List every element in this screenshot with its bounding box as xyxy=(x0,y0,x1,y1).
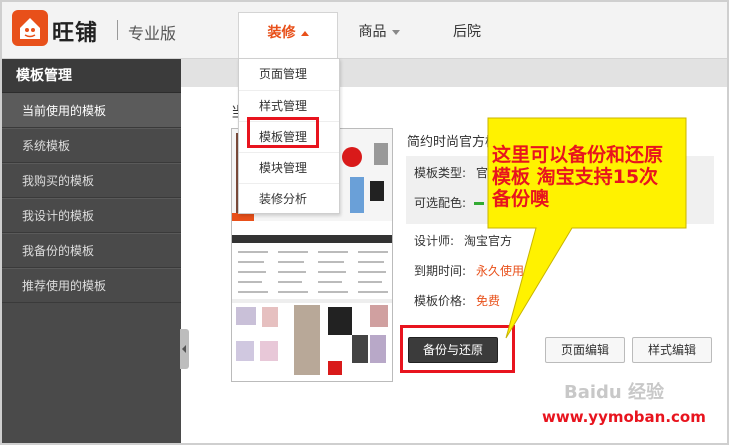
nav-backyard-label: 后院 xyxy=(453,24,481,40)
template-type-row: 模板类型: 官 xyxy=(414,164,488,181)
price-label: 模板价格: xyxy=(414,294,467,308)
shop-logo-icon xyxy=(12,10,48,46)
caret-up-icon xyxy=(300,30,309,36)
nav-decorate-label: 装修 xyxy=(267,25,296,41)
site-url-watermark: www.yymoban.com xyxy=(542,408,706,426)
sidebar-item-current-template[interactable]: 当前使用的模板 xyxy=(2,93,181,128)
color-swatch[interactable] xyxy=(474,202,485,205)
edition-label: 专业版 xyxy=(128,24,177,43)
top-bar: 旺铺 专业版 装修 商品 后院 xyxy=(2,2,727,59)
sidebar-title: 模板管理 xyxy=(2,59,181,93)
sidebar-item-purchased-templates[interactable]: 我购买的模板 xyxy=(2,163,181,198)
sidebar-item-backup-templates[interactable]: 我备份的模板 xyxy=(2,233,181,268)
sidebar-collapse-handle[interactable] xyxy=(180,329,189,369)
brand-divider xyxy=(117,20,118,40)
chevron-left-icon xyxy=(182,345,186,353)
brand-name: 旺铺 xyxy=(52,21,99,46)
baidu-watermark: Baidu 经验 xyxy=(564,382,665,403)
menu-item-module-management[interactable]: 模块管理 xyxy=(239,152,339,183)
nav-backyard[interactable]: 后院 xyxy=(442,12,492,58)
caret-down-icon xyxy=(391,29,400,35)
designer-label: 设计师: xyxy=(414,234,455,248)
sidebar-item-designed-templates[interactable]: 我设计的模板 xyxy=(2,198,181,233)
app-window: 旺铺 专业版 装修 商品 后院 模板管理 当前使用的模板 系统模板 我购买的模板… xyxy=(0,0,729,445)
nav-goods-label: 商品 xyxy=(358,24,387,40)
color-options-label: 可选配色: xyxy=(414,196,467,210)
sidebar: 模板管理 当前使用的模板 系统模板 我购买的模板 我设计的模板 我备份的模板 推… xyxy=(2,59,181,443)
callout-text: 这里可以备份和还原模板 淘宝支持15次备份噢 xyxy=(492,144,664,210)
menu-item-page-management[interactable]: 页面管理 xyxy=(239,59,339,90)
expiry-label: 到期时间: xyxy=(414,264,467,278)
sidebar-item-system-templates[interactable]: 系统模板 xyxy=(2,128,181,163)
template-menu-highlight xyxy=(247,117,319,148)
color-options-row: 可选配色: xyxy=(414,194,485,211)
template-type-label: 模板类型: xyxy=(414,166,467,180)
nav-decorate[interactable]: 装修 xyxy=(238,12,338,59)
menu-item-decoration-analysis[interactable]: 装修分析 xyxy=(239,183,339,214)
nav-goods[interactable]: 商品 xyxy=(344,12,414,58)
sidebar-item-recommended-templates[interactable]: 推荐使用的模板 xyxy=(2,268,181,303)
